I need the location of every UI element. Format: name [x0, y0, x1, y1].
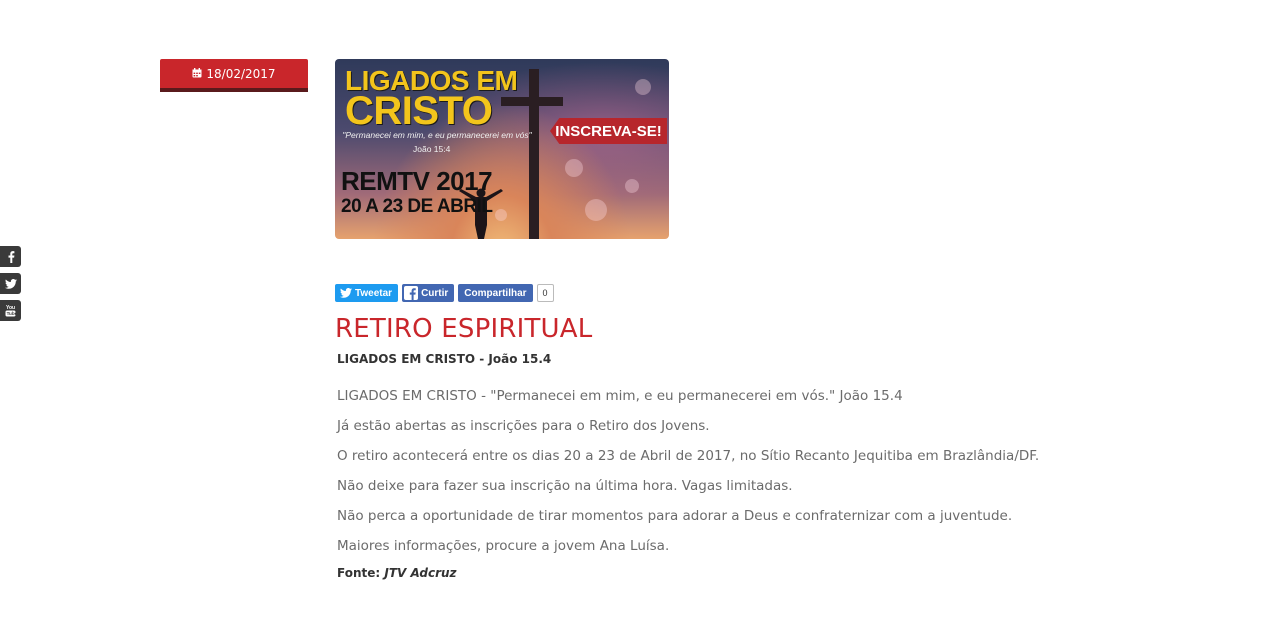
- facebook-link[interactable]: [0, 246, 21, 267]
- like-label: Curtir: [421, 287, 449, 299]
- twitter-link[interactable]: [0, 273, 21, 294]
- source-value: JTV Adcruz: [384, 566, 457, 580]
- source-label: Fonte:: [337, 566, 381, 580]
- banner-title-line2: CRISTO: [345, 89, 493, 133]
- article-body: LIGADOS EM CRISTO - "Permanecei em mim, …: [337, 386, 1237, 566]
- banner-event-name: REMTV 2017: [341, 166, 493, 196]
- banner-reference: João 15:4: [413, 144, 451, 154]
- banner-cta: INSCREVA-SE!: [550, 118, 667, 144]
- bokeh-dot: [565, 159, 583, 177]
- like-button[interactable]: Curtir: [402, 284, 455, 302]
- article-paragraph: Já estão abertas as inscrições para o Re…: [337, 418, 710, 434]
- article-paragraph: Não perca a oportunidade de tirar moment…: [337, 508, 1013, 524]
- event-banner-image[interactable]: LIGADOS EM CRISTO "Permanecei em mim, e …: [335, 59, 669, 239]
- article-paragraph: LIGADOS EM CRISTO - "Permanecei em mim, …: [337, 388, 903, 404]
- svg-text:Tube: Tube: [7, 311, 16, 316]
- article-source: Fonte: JTV Adcruz: [337, 566, 457, 580]
- tweet-button[interactable]: Tweetar: [335, 284, 399, 302]
- facebook-icon: [404, 286, 419, 300]
- banner-quote: "Permanecei em mim, e eu permanecerei em…: [342, 130, 532, 140]
- facebook-icon: [8, 250, 14, 263]
- article-paragraph: O retiro acontecerá entre os dias 20 a 2…: [337, 448, 1040, 464]
- cross-vertical: [529, 69, 539, 239]
- banner-event-dates: 20 A 23 DE ABRIL: [341, 196, 493, 217]
- twitter-icon: [4, 278, 17, 289]
- svg-text:You: You: [6, 305, 15, 311]
- article-paragraph: Não deixe para fazer sua inscrição na úl…: [337, 478, 793, 494]
- post-date-badge: 18/02/2017: [160, 59, 308, 88]
- cross-horizontal: [501, 97, 563, 106]
- tweet-label: Tweetar: [355, 287, 393, 299]
- article-paragraph: Maiores informações, procure a jovem Ana…: [337, 538, 670, 554]
- calendar-icon: [192, 67, 202, 81]
- social-rail: You Tube: [0, 246, 21, 327]
- bokeh-dot: [625, 179, 639, 193]
- facebook-share-button[interactable]: Compartilhar: [458, 284, 533, 302]
- bokeh-dot: [635, 79, 651, 95]
- post-date: 18/02/2017: [206, 66, 276, 81]
- youtube-icon: You Tube: [5, 305, 16, 317]
- share-bar: Tweetar Curtir Compartilhar 0: [335, 284, 554, 302]
- article-subtitle: LIGADOS EM CRISTO - João 15.4: [337, 352, 552, 366]
- share-label: Compartilhar: [464, 287, 527, 299]
- article-title: RETIRO ESPIRITUAL: [335, 314, 593, 344]
- youtube-link[interactable]: You Tube: [0, 300, 21, 321]
- share-count: 0: [536, 284, 554, 302]
- twitter-icon: [340, 288, 352, 298]
- bokeh-dot: [585, 199, 607, 221]
